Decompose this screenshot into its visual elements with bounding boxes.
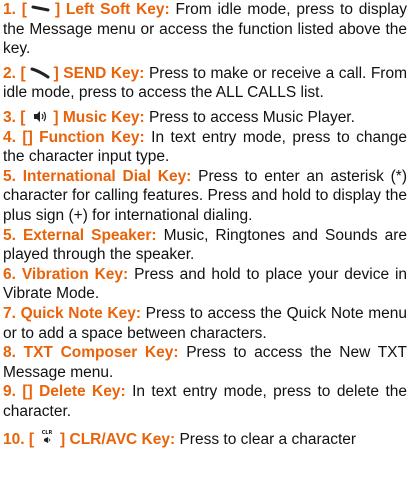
entry-number: 6. bbox=[3, 265, 16, 283]
entry-number: 3. bbox=[3, 108, 16, 126]
entry-international-dial-key: 5. International Dial Key: Press to ente… bbox=[3, 167, 407, 226]
entry-number: 10. bbox=[3, 431, 25, 449]
entry-clr-avc-key: 10. [ CLR ] CLR/AVC Key: Press to clear a … bbox=[3, 430, 407, 450]
entry-number: 5. bbox=[3, 226, 16, 244]
bracket-open: [ bbox=[20, 108, 26, 126]
entry-music-key: 3. [ ] Music Key: Press to access Music P… bbox=[3, 108, 407, 128]
entry-number: 2. bbox=[3, 64, 16, 82]
entry-delete-key: 9. [] Delete Key: In text entry mode, pr… bbox=[3, 382, 407, 421]
clr-icon-text: CLR bbox=[42, 430, 53, 436]
entry-label: TXT Composer Key: bbox=[23, 344, 179, 362]
entry-function-key: 4. [] Function Key: In text entry mode, … bbox=[3, 128, 407, 167]
entry-left-soft-key: 1. [] Left Soft Key: From idle mode, pre… bbox=[3, 0, 407, 59]
entry-number: 1. bbox=[3, 1, 16, 18]
manual-page: 1. [] Left Soft Key: From idle mode, pre… bbox=[3, 0, 407, 450]
bracket-open: [ bbox=[20, 64, 26, 82]
entry-txt-composer-key: 8. TXT Composer Key: Press to access the… bbox=[3, 343, 407, 382]
entry-label: [ ] SEND Key: bbox=[20, 65, 144, 82]
bracket-open: [ bbox=[21, 1, 27, 18]
entry-text: Press to clear a character bbox=[179, 431, 357, 449]
clr-key-icon: CLR bbox=[37, 428, 57, 446]
entry-vibration-key: 6. Vibration Key: Press and hold to plac… bbox=[3, 265, 407, 304]
music-key-icon bbox=[28, 109, 50, 124]
entry-quick-note-key: 7. Quick Note Key: Press to access the Q… bbox=[3, 304, 407, 343]
entry-label: [ ] Left Soft Key: bbox=[22, 1, 170, 18]
bracket-close-label: ] CLR/AVC Key: bbox=[60, 431, 176, 449]
left-soft-key-icon bbox=[30, 1, 52, 16]
bracket-open: [ bbox=[28, 431, 35, 449]
entry-label: External Speaker: bbox=[22, 226, 157, 244]
entry-number: 4. bbox=[3, 128, 16, 146]
entry-number: 9. bbox=[3, 383, 16, 401]
bracket-close-label: ] Left Soft Key: bbox=[54, 1, 170, 18]
bracket-close-label: ] Music Key: bbox=[53, 108, 145, 126]
entry-number: 8. bbox=[3, 344, 16, 362]
entry-text: Press to access Music Player. bbox=[149, 108, 355, 126]
entry-number: 5. bbox=[3, 167, 16, 185]
entry-label: [ CLR ] CLR/AVC Key: bbox=[28, 428, 176, 449]
entry-send-key: 2. [] SEND Key: Press to make or receive… bbox=[3, 64, 407, 103]
entry-label: Quick Note Key: bbox=[20, 304, 141, 322]
bracket-close-label: ] SEND Key: bbox=[53, 64, 145, 82]
entry-label: [] Delete Key: bbox=[22, 383, 126, 401]
entry-label: International Dial Key: bbox=[22, 167, 192, 185]
entry-label: [ ] Music Key: bbox=[20, 109, 144, 126]
entry-label: [] Function Key: bbox=[22, 128, 145, 146]
send-key-icon bbox=[29, 65, 51, 80]
entry-label: Vibration Key: bbox=[21, 265, 129, 283]
entry-external-speaker: 5. External Speaker: Music, Ringtones an… bbox=[3, 226, 407, 265]
entry-number: 7. bbox=[3, 304, 16, 322]
